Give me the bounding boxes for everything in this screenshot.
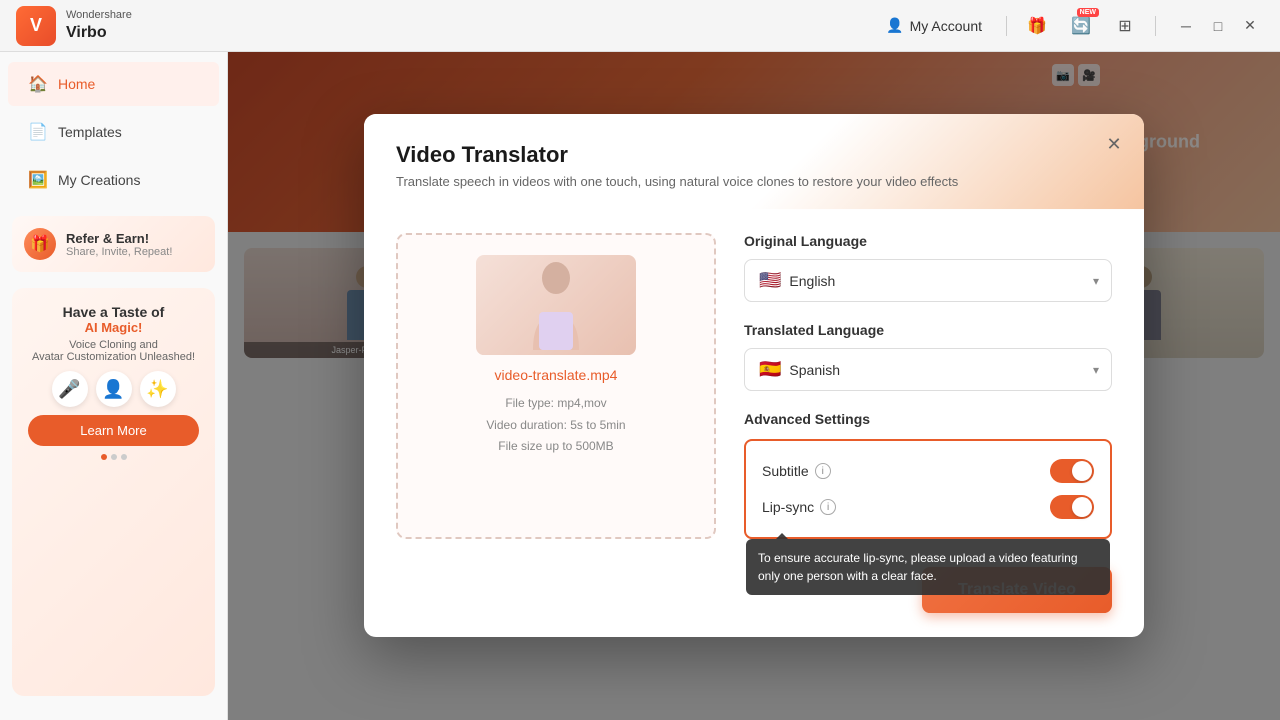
modal-header: Video Translator Translate speech in vid…	[364, 114, 1144, 209]
promo-card: Have a Taste of AI Magic! Voice Cloning …	[12, 288, 215, 696]
subtitle-toggle[interactable]	[1050, 459, 1094, 483]
video-preview-figure	[521, 260, 591, 350]
modal-close-button[interactable]: ✕	[1100, 130, 1128, 158]
dot-1	[101, 454, 107, 460]
lipsync-label: Lip-sync i	[762, 499, 836, 515]
promo-desc: Voice Cloning andAvatar Customization Un…	[28, 339, 199, 363]
promo-subtitle: AI Magic!	[28, 320, 199, 335]
promo-icon-3: ✨	[140, 371, 176, 407]
creations-icon: 🖼️	[28, 170, 48, 190]
advanced-settings-label: Advanced Settings	[744, 411, 1112, 427]
content-area: Transparent Background 📷 🎥 Jasper-Promot…	[228, 52, 1280, 720]
refer-earn-card: 🎁 Refer & Earn! Share, Invite, Repeat!	[12, 216, 215, 272]
settings-panel: Original Language 🇺🇸 English ▾ Translate…	[744, 233, 1112, 539]
subtitle-label: Subtitle i	[762, 463, 831, 479]
app-virbo-label: Virbo	[66, 23, 132, 42]
advanced-settings-box: Subtitle i Lip-sync i	[744, 439, 1112, 539]
translated-language-select-wrapper: 🇪🇸 Spanish ▾	[744, 348, 1112, 391]
maximize-button[interactable]: □	[1204, 12, 1232, 40]
learn-more-button[interactable]: Learn More	[28, 415, 199, 446]
app-logo: V	[16, 6, 56, 46]
original-language-select-wrapper: 🇺🇸 English ▾	[744, 259, 1112, 302]
lipsync-text: Lip-sync	[762, 499, 814, 515]
modal-title: Video Translator	[396, 142, 1112, 168]
upload-area[interactable]: video-translate.mp4 File type: mp4,mov V…	[396, 233, 716, 539]
dot-3	[121, 454, 127, 460]
main-layout: 🏠 Home 📄 Templates 🖼️ My Creations 🎁 Ref…	[0, 52, 1280, 720]
promo-icons: 🎤 👤 ✨	[28, 371, 199, 407]
video-translator-modal: Video Translator Translate speech in vid…	[364, 114, 1144, 637]
refer-subtitle: Share, Invite, Repeat!	[66, 246, 172, 258]
divider2	[1155, 16, 1156, 36]
sidebar-item-home[interactable]: 🏠 Home	[8, 62, 219, 106]
sidebar-home-label: Home	[58, 76, 95, 92]
home-icon: 🏠	[28, 74, 48, 94]
file-size: File size up to 500MB	[418, 436, 694, 458]
video-duration: Video duration: 5s to 5min	[418, 415, 694, 437]
tooltip-text: To ensure accurate lip-sync, please uplo…	[758, 551, 1078, 583]
window-controls: ─ □ ✕	[1172, 12, 1264, 40]
lipsync-row: Lip-sync i	[762, 489, 1094, 525]
promo-icon-1: 🎤	[52, 371, 88, 407]
sidebar-creations-label: My Creations	[58, 172, 140, 188]
promo-icon-2: 👤	[96, 371, 132, 407]
chevron-down-icon: ▾	[1093, 274, 1099, 288]
dot-2	[111, 454, 117, 460]
app-name: Wondershare Virbo	[66, 9, 132, 41]
translated-flag: 🇪🇸	[759, 359, 781, 380]
sidebar: 🏠 Home 📄 Templates 🖼️ My Creations 🎁 Ref…	[0, 52, 228, 720]
app-wonder-label: Wondershare	[66, 9, 132, 22]
translated-language-select[interactable]: 🇪🇸 Spanish ▾	[744, 348, 1112, 391]
gift-icon-button[interactable]: 🎁	[1023, 12, 1051, 40]
video-preview	[476, 255, 636, 355]
promo-title: Have a Taste of	[28, 304, 199, 320]
original-flag: 🇺🇸	[759, 270, 781, 291]
translated-language-value: Spanish	[789, 362, 840, 378]
carousel-dots	[28, 454, 199, 460]
my-account-button[interactable]: 👤 My Account	[878, 13, 990, 38]
title-bar: V Wondershare Virbo 👤 My Account 🎁 🔄 NEW…	[0, 0, 1280, 52]
sidebar-item-templates[interactable]: 📄 Templates	[8, 110, 219, 154]
close-window-button[interactable]: ✕	[1236, 12, 1264, 40]
grid-icon-button[interactable]: ⊞	[1111, 12, 1139, 40]
my-account-label: My Account	[910, 18, 982, 34]
refer-title: Refer & Earn!	[66, 231, 172, 246]
minimize-button[interactable]: ─	[1172, 12, 1200, 40]
title-bar-right: 👤 My Account 🎁 🔄 NEW ⊞ ─ □ ✕	[878, 12, 1264, 40]
subtitle-text: Subtitle	[762, 463, 809, 479]
account-icon: 👤	[886, 17, 903, 34]
lipsync-info-icon[interactable]: i	[820, 499, 836, 515]
modal-body: video-translate.mp4 File type: mp4,mov V…	[364, 209, 1144, 567]
original-language-label: Original Language	[744, 233, 1112, 249]
original-language-select[interactable]: 🇺🇸 English ▾	[744, 259, 1112, 302]
templates-icon: 📄	[28, 122, 48, 142]
sidebar-item-my-creations[interactable]: 🖼️ My Creations	[8, 158, 219, 202]
lipsync-tooltip: To ensure accurate lip-sync, please uplo…	[746, 539, 1110, 595]
chevron-down-icon-2: ▾	[1093, 363, 1099, 377]
file-type: File type: mp4,mov	[418, 393, 694, 415]
subtitle-info-icon[interactable]: i	[815, 463, 831, 479]
app-branding: V Wondershare Virbo	[16, 6, 132, 46]
new-badge: NEW	[1077, 8, 1099, 17]
lipsync-toggle[interactable]	[1050, 495, 1094, 519]
subtitle-row: Subtitle i	[762, 453, 1094, 489]
original-language-value: English	[789, 273, 835, 289]
refer-text: Refer & Earn! Share, Invite, Repeat!	[66, 231, 172, 258]
history-icon-button[interactable]: 🔄 NEW	[1067, 12, 1095, 40]
divider	[1006, 16, 1007, 36]
video-meta: File type: mp4,mov Video duration: 5s to…	[418, 393, 694, 458]
translated-language-label: Translated Language	[744, 322, 1112, 338]
refer-icon: 🎁	[24, 228, 56, 260]
video-filename: video-translate.mp4	[418, 367, 694, 383]
modal-subtitle: Translate speech in videos with one touc…	[396, 174, 1112, 189]
sidebar-templates-label: Templates	[58, 124, 122, 140]
